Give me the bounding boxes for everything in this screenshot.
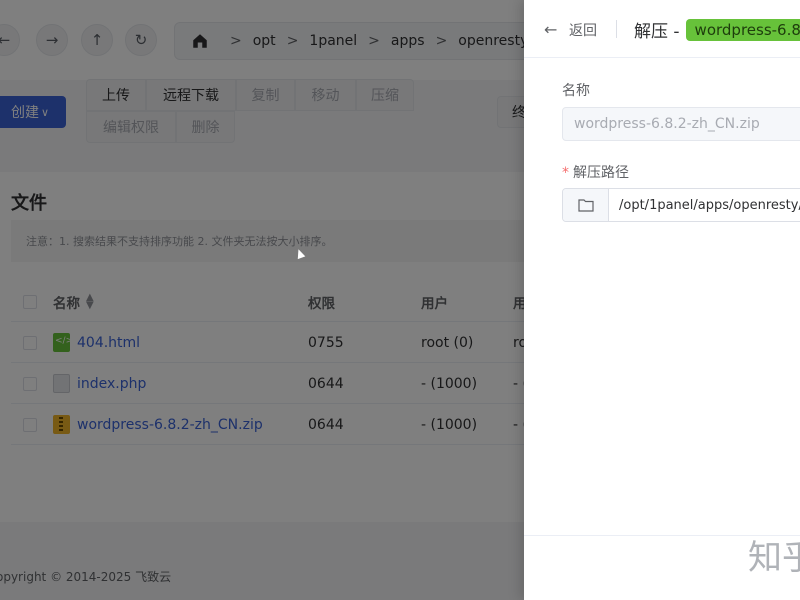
extract-path-label-text: 解压路径	[573, 165, 629, 181]
name-field: wordpress-6.8.2-zh_CN.zip	[562, 107, 800, 141]
extract-path-input[interactable]: /opt/1panel/apps/openresty/c	[562, 188, 800, 222]
arrow-left-icon[interactable]: ←	[544, 20, 557, 39]
name-field-value: wordpress-6.8.2-zh_CN.zip	[574, 116, 760, 132]
name-label: 名称	[562, 83, 590, 99]
drawer-header: ← 返回 解压 - wordpress-6.8	[524, 0, 800, 58]
extract-drawer: ← 返回 解压 - wordpress-6.8 名称 wordpress-6.8…	[524, 0, 800, 600]
extract-path-label: * 解压路径	[562, 162, 629, 182]
folder-select-button[interactable]	[563, 189, 609, 221]
back-button[interactable]: 返回	[569, 20, 597, 40]
zhihu-watermark: 知乎	[748, 538, 800, 578]
header-divider	[616, 20, 617, 38]
folder-icon	[577, 199, 594, 212]
extract-path-value[interactable]: /opt/1panel/apps/openresty/c	[609, 189, 800, 221]
drawer-title: 解压 - wordpress-6.8	[634, 17, 800, 42]
modal-overlay[interactable]	[0, 0, 524, 600]
file-name-tag: wordpress-6.8	[685, 18, 800, 41]
drawer-title-text: 解压 -	[634, 22, 680, 42]
required-mark: *	[562, 165, 569, 181]
